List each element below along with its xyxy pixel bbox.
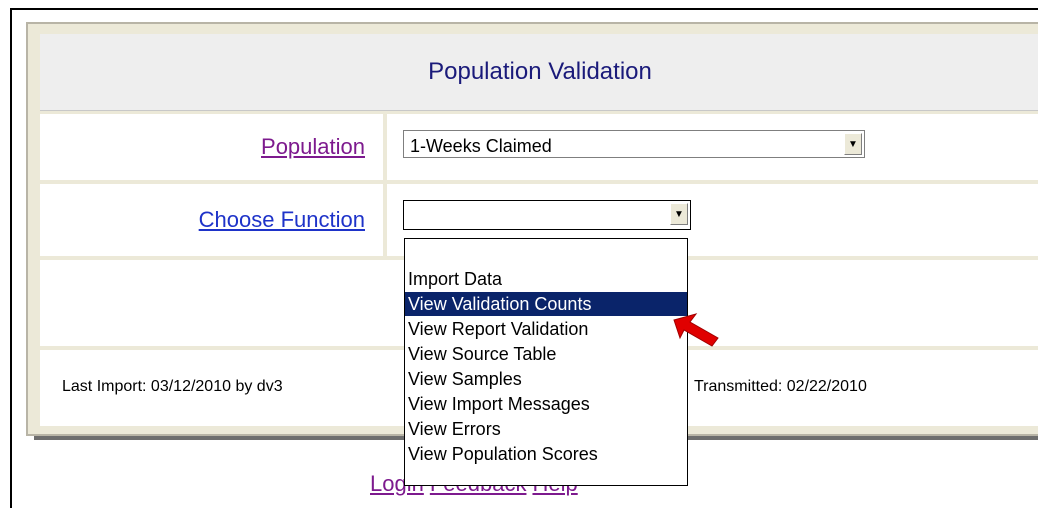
dropdown-option-view-samples[interactable]: View Samples — [405, 367, 687, 391]
dropdown-option-view-report-validation[interactable]: View Report Validation — [405, 317, 687, 341]
population-link[interactable]: Population — [261, 134, 365, 160]
population-select-value: 1-Weeks Claimed — [410, 136, 552, 156]
last-import-text: Last Import: 03/12/2010 by dv3 — [62, 378, 283, 395]
chevron-down-icon[interactable]: ▼ — [670, 203, 688, 225]
dropdown-option-view-population-scores[interactable]: View Population Scores — [405, 442, 687, 466]
function-select[interactable]: ▼ — [403, 200, 691, 230]
dropdown-option-view-source-table[interactable]: View Source Table — [405, 342, 687, 366]
function-dropdown-list[interactable]: Import Data View Validation Counts View … — [404, 238, 688, 486]
choose-function-link[interactable]: Choose Function — [199, 207, 365, 233]
dropdown-option-view-import-messages[interactable]: View Import Messages — [405, 392, 687, 416]
population-value-cell: 1-Weeks Claimed ▼ — [387, 114, 1038, 180]
page-title: Population Validation — [40, 34, 1038, 111]
dropdown-option-blank[interactable] — [405, 239, 687, 263]
red-arrow-icon — [673, 313, 719, 347]
dropdown-option-view-errors[interactable]: View Errors — [405, 417, 687, 441]
dropdown-option-import-data[interactable]: Import Data — [405, 267, 687, 291]
function-label-cell: Choose Function — [40, 184, 383, 256]
dropdown-option-view-validation-counts[interactable]: View Validation Counts — [405, 292, 687, 316]
population-label-cell: Population — [40, 114, 383, 180]
transmitted-text: Transmitted: 02/22/2010 — [694, 378, 867, 395]
window-frame-left — [10, 8, 12, 508]
window-frame-top — [10, 8, 1038, 10]
population-select[interactable]: 1-Weeks Claimed ▼ — [403, 130, 865, 158]
chevron-down-icon[interactable]: ▼ — [844, 133, 862, 155]
